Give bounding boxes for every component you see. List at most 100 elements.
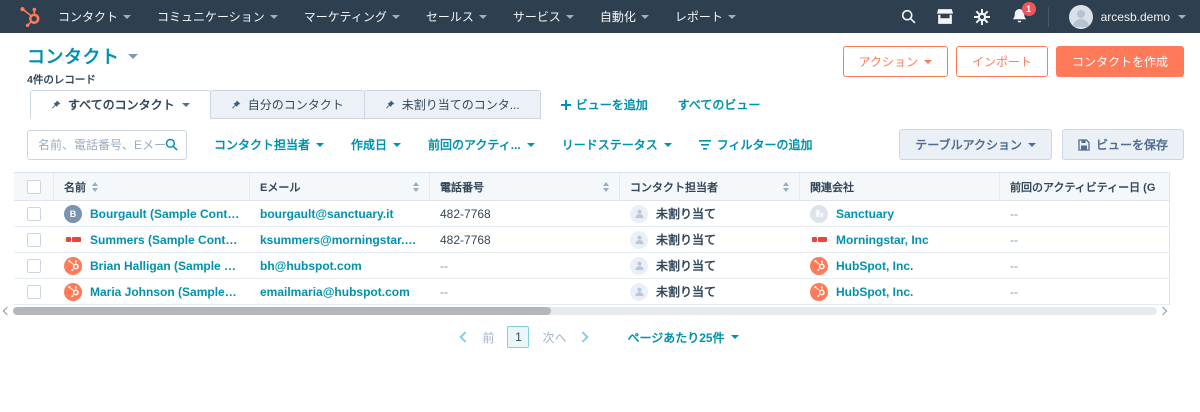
chevron-down-icon (731, 335, 739, 339)
nav-item-label: 自動化 (600, 8, 636, 25)
contact-owner: 未割り当て (656, 257, 716, 274)
tab-my-contacts[interactable]: 自分のコンタクト (210, 90, 365, 119)
top-navigation: コンタクト コミュニケーション マーケティング セールス サービス 自動化 レポ… (0, 0, 1200, 33)
row-checkbox[interactable] (27, 233, 41, 247)
hubspot-logo-icon[interactable] (20, 7, 40, 27)
prev-page-label[interactable]: 前 (482, 329, 494, 346)
nav-item-service[interactable]: サービス (513, 8, 574, 25)
chevron-down-icon (270, 15, 278, 19)
contact-email-link[interactable]: bh@hubspot.com (260, 259, 362, 273)
contact-phone: -- (440, 285, 448, 299)
search-input[interactable] (38, 138, 165, 152)
contact-email-link[interactable]: bourgault@sanctuary.it (260, 207, 394, 221)
topnav-utilities: 1 arcesb.demo (900, 5, 1186, 29)
contact-phone: 482-7768 (440, 207, 491, 221)
row-checkbox[interactable] (27, 207, 41, 221)
contact-name-link[interactable]: Summers (Sample Contact) (90, 233, 240, 247)
contact-name-link[interactable]: Brian Halligan (Sample Contact) (90, 259, 240, 273)
next-page-label[interactable]: 次へ (542, 329, 566, 346)
scroll-left-arrow[interactable] (3, 307, 11, 315)
tab-all-contacts[interactable]: すべてのコンタクト (30, 90, 211, 119)
nav-item-marketing[interactable]: マーケティング (304, 8, 400, 25)
notifications-bell-icon[interactable]: 1 (1011, 8, 1028, 25)
scrollbar-track[interactable] (13, 307, 1157, 315)
scrollbar-thumb[interactable] (13, 307, 551, 315)
table-actions-label: テーブルアクション (915, 136, 1022, 153)
marketplace-icon[interactable] (937, 8, 954, 25)
last-activity-value: -- (1010, 207, 1018, 221)
pagination: 前 1 次へ ページあたり25件 (0, 326, 1200, 348)
per-page-dropdown[interactable]: ページあたり25件 (627, 329, 738, 346)
column-header-owner[interactable]: コンタクト担当者 (620, 173, 800, 200)
account-name: arcesb.demo (1101, 10, 1170, 24)
filter-label: 作成日 (351, 136, 387, 153)
actions-button[interactable]: アクション (843, 46, 948, 77)
pin-icon (385, 100, 395, 110)
column-header-name[interactable]: 名前 (54, 173, 250, 200)
column-header-company[interactable]: 関連会社 (800, 173, 1000, 200)
tab-unassigned-contacts[interactable]: 未割り当てのコンタ... (364, 90, 541, 119)
scroll-right-arrow[interactable] (1159, 307, 1167, 315)
filter-lead-status[interactable]: リードステータス (562, 136, 672, 153)
sort-icon[interactable] (92, 182, 98, 192)
search-box (27, 130, 187, 160)
company-logo (810, 257, 828, 275)
nav-item-label: コミュニケーション (157, 8, 265, 25)
all-views-label: すべてのビュー (678, 96, 761, 113)
company-link[interactable]: HubSpot, Inc. (836, 285, 913, 299)
column-header-phone[interactable]: 電話番号 (430, 173, 620, 200)
sort-icon[interactable] (603, 182, 609, 192)
contact-owner: 未割り当て (656, 231, 716, 248)
nav-item-label: コンタクト (58, 8, 118, 25)
save-view-button[interactable]: ビューを保存 (1062, 129, 1184, 160)
settings-gear-icon[interactable] (974, 8, 991, 25)
add-filter-label: フィルターの追加 (717, 136, 813, 153)
nav-item-conversations[interactable]: コミュニケーション (157, 8, 278, 25)
add-view-link[interactable]: ビューを追加 (561, 96, 648, 113)
filter-contact-owner[interactable]: コンタクト担当者 (214, 136, 324, 153)
nav-item-label: レポート (675, 8, 723, 25)
nav-item-contacts[interactable]: コンタクト (58, 8, 131, 25)
chevron-down-icon (728, 15, 736, 19)
contact-phone: -- (440, 259, 448, 273)
main-menu: コンタクト コミュニケーション マーケティング セールス サービス 自動化 レポ… (58, 8, 736, 25)
filter-create-date[interactable]: 作成日 (351, 136, 401, 153)
all-views-link[interactable]: すべてのビュー (678, 96, 761, 113)
next-page-chevron-icon[interactable] (578, 331, 589, 342)
company-link[interactable]: Sanctuary (836, 207, 894, 221)
search-icon[interactable] (900, 8, 917, 25)
contact-email-link[interactable]: ksummers@morningstar.com (260, 233, 420, 247)
nav-item-sales[interactable]: セールス (426, 8, 487, 25)
sort-icon[interactable] (783, 182, 789, 192)
search-icon[interactable] (165, 138, 178, 151)
row-checkbox[interactable] (27, 259, 41, 273)
contact-phone: 482-7768 (440, 233, 491, 247)
row-checkbox[interactable] (27, 285, 41, 299)
contact-email-link[interactable]: emailmaria@hubspot.com (260, 285, 410, 299)
company-link[interactable]: HubSpot, Inc. (836, 259, 913, 273)
select-all-checkbox[interactable] (27, 180, 41, 194)
last-activity-value: -- (1010, 233, 1018, 247)
table-actions-button[interactable]: テーブルアクション (899, 129, 1052, 160)
create-contact-button[interactable]: コンタクトを作成 (1056, 46, 1184, 77)
column-header-last-activity[interactable]: 前回のアクティビティー日 (GMT+9) (1000, 173, 1156, 200)
last-activity-value: -- (1010, 285, 1018, 299)
column-header-email[interactable]: Eメール (250, 173, 430, 200)
add-filter-link[interactable]: フィルターの追加 (699, 136, 813, 153)
save-icon (1078, 139, 1090, 151)
nav-item-label: セールス (426, 8, 474, 25)
import-button[interactable]: インポート (956, 46, 1048, 77)
sort-icon[interactable] (413, 182, 419, 192)
prev-page-chevron-icon[interactable] (460, 331, 471, 342)
owner-person-icon (630, 205, 648, 223)
company-link[interactable]: Morningstar, Inc (836, 233, 929, 247)
contact-name-link[interactable]: Maria Johnson (Sample Contact) (90, 285, 240, 299)
nav-item-automation[interactable]: 自動化 (600, 8, 649, 25)
account-menu[interactable]: arcesb.demo (1069, 5, 1186, 29)
nav-item-reports[interactable]: レポート (675, 8, 736, 25)
filter-icon (699, 140, 711, 150)
chevron-down-icon (566, 15, 574, 19)
contact-name-link[interactable]: Bourgault (Sample Contact) (90, 207, 240, 221)
filter-last-activity[interactable]: 前回のアクティ... (428, 136, 535, 153)
current-page-button[interactable]: 1 (507, 326, 529, 348)
